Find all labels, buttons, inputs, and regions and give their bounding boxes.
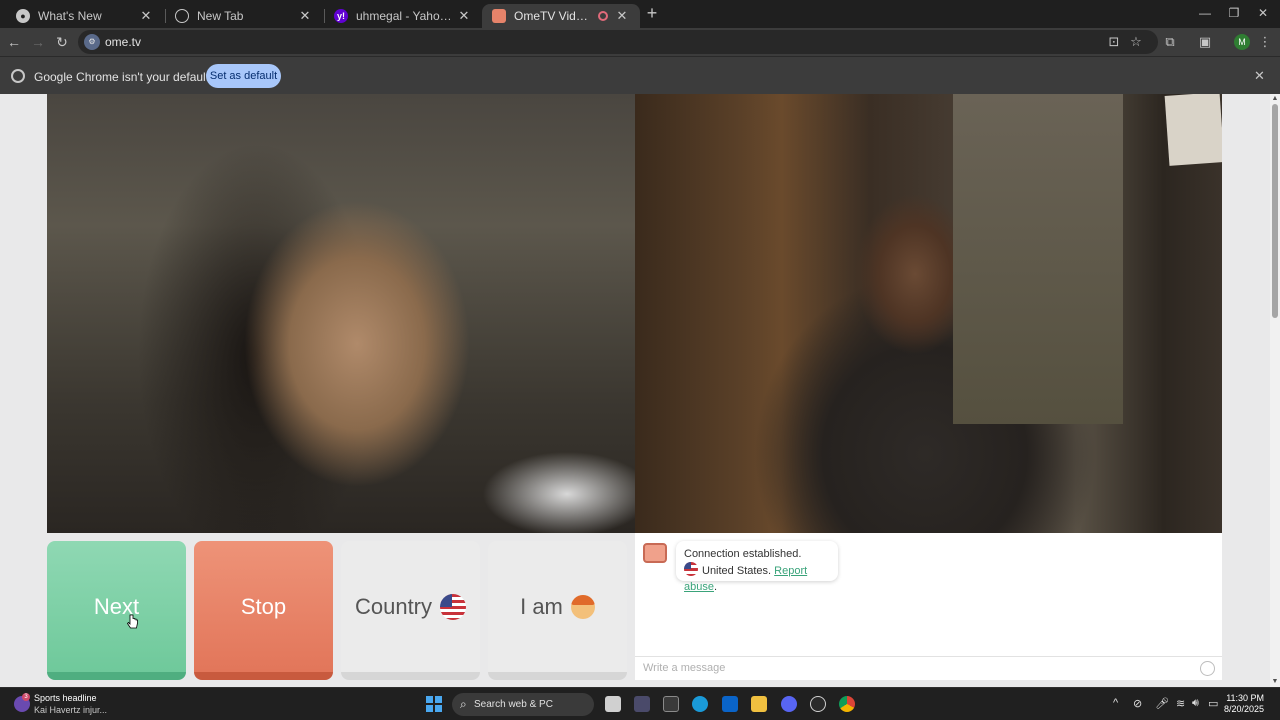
chat-panel: Connection established. United States. R… — [635, 533, 1222, 680]
tab-title: New Tab — [197, 9, 244, 23]
search-placeholder: Search web & PC — [474, 699, 553, 710]
show-hidden-icons-chevron-icon[interactable]: ^ — [1113, 697, 1118, 709]
browser-toolbar: ← → ↻ ⚙ ome.tv ⊡ ☆ ⧉ ▣ ⋮ — [0, 28, 1280, 56]
close-tab-icon[interactable]: ✕ — [614, 8, 630, 24]
windows-start-icon[interactable] — [426, 696, 442, 712]
new-tab-button[interactable]: + — [643, 4, 661, 23]
tab-title: OmeTV Video Chat — Omegle — [514, 9, 592, 23]
self-video — [635, 94, 1222, 533]
i-am-button[interactable]: I am — [488, 541, 627, 680]
recording-indicator-icon — [598, 11, 608, 21]
message-input[interactable]: Write a message — [635, 656, 1222, 680]
scroll-up-arrow-icon[interactable]: ▲ — [1271, 95, 1279, 103]
widget-badge: 3 — [22, 693, 30, 701]
side-panel-icon[interactable]: ▣ — [1196, 33, 1214, 51]
task-view-icon[interactable] — [605, 696, 621, 712]
close-window-icon[interactable]: ✕ — [1255, 6, 1271, 20]
battery-icon[interactable]: ▭ — [1208, 697, 1218, 710]
message-placeholder: Write a message — [643, 662, 726, 674]
tab-whats-new[interactable]: ● What's New ✕ — [6, 4, 164, 28]
country-button[interactable]: Country — [341, 541, 480, 680]
app-icon[interactable] — [663, 696, 679, 712]
back-arrow-icon[interactable]: ← — [5, 33, 23, 51]
connection-status: Connection established. — [684, 548, 802, 560]
stop-button[interactable]: Stop — [194, 541, 333, 680]
us-flag-icon — [684, 562, 698, 576]
clock-time: 11:30 PM — [1226, 693, 1265, 703]
network-off-icon[interactable]: ⊘ — [1133, 697, 1142, 710]
default-browser-infobar: Google Chrome isn't your default browser… — [0, 56, 1280, 94]
tab-strip: ● What's New ✕ New Tab ✕ y! uhmegal - Ya… — [0, 0, 1280, 28]
i-am-label: I am — [520, 593, 563, 619]
ometv-page: Next Stop Country I am Connection establ… — [0, 94, 1270, 687]
emoji-icon[interactable] — [1200, 661, 1215, 676]
tab-title: What's New — [38, 9, 102, 23]
chrome-taskbar-icon[interactable] — [839, 696, 855, 712]
globe-icon — [175, 9, 189, 23]
site-info-icon[interactable]: ⚙ — [84, 34, 100, 50]
country-line: United States. Report abuse. — [684, 562, 830, 595]
tab-ometv[interactable]: OmeTV Video Chat — Omegle ✕ — [482, 4, 640, 28]
outlook-icon[interactable] — [722, 696, 738, 712]
discord-icon[interactable] — [781, 696, 797, 712]
boy-avatar-icon — [570, 594, 595, 619]
partner-country: United States. — [702, 565, 772, 577]
microphone-icon[interactable]: 🎤︎ — [1155, 697, 1169, 710]
install-app-icon[interactable]: ⊡ — [1105, 33, 1123, 51]
bookmark-star-icon[interactable]: ☆ — [1127, 33, 1145, 51]
widget-subtitle[interactable]: Kai Havertz injur... — [34, 705, 107, 715]
extensions-puzzle-icon[interactable]: ⧉ — [1161, 33, 1179, 51]
forward-arrow-icon[interactable]: → — [29, 33, 47, 51]
store-icon[interactable] — [634, 696, 650, 712]
ometv-favicon-icon — [492, 9, 506, 23]
taskbar-search[interactable]: ⌕ Search web & PC — [452, 693, 594, 716]
widget-headline[interactable]: Sports headline — [34, 693, 97, 703]
report-suffix: . — [713, 581, 718, 593]
us-flag-icon — [440, 593, 467, 620]
chrome-icon — [11, 69, 25, 83]
url-text[interactable]: ome.tv — [105, 35, 141, 49]
chrome-icon: ● — [16, 9, 30, 23]
taskbar-clock[interactable]: 11:30 PM 8/20/2025 — [1224, 693, 1264, 715]
stop-label: Stop — [240, 593, 287, 619]
windows-taskbar: 3 Sports headline Kai Havertz injur... ⌕… — [0, 687, 1280, 720]
edge-icon[interactable] — [692, 696, 708, 712]
set-as-default-button[interactable]: Set as default — [206, 64, 281, 88]
scroll-down-arrow-icon[interactable]: ▼ — [1271, 678, 1279, 686]
restore-icon[interactable]: ❐ — [1226, 6, 1242, 20]
background-door — [953, 94, 1123, 424]
wifi-icon[interactable]: ≋ — [1176, 697, 1185, 710]
address-bar[interactable]: ⚙ ome.tv — [78, 30, 1158, 54]
close-tab-icon[interactable]: ✕ — [297, 8, 313, 24]
next-button[interactable]: Next — [47, 541, 186, 680]
minimize-icon[interactable]: — — [1197, 6, 1213, 20]
hand-cursor-icon — [127, 614, 138, 629]
volume-icon[interactable]: 🔊︎ — [1192, 697, 1199, 710]
clock-date: 8/20/2025 — [1224, 704, 1265, 714]
yahoo-icon: y! — [334, 9, 348, 23]
search-icon: ⌕ — [460, 697, 467, 711]
close-tab-icon[interactable]: ✕ — [456, 8, 472, 24]
background-poster — [1164, 94, 1222, 166]
steam-icon[interactable] — [810, 696, 826, 712]
profile-avatar[interactable]: M — [1234, 34, 1250, 50]
stranger-video — [47, 94, 635, 533]
file-explorer-icon[interactable] — [751, 696, 767, 712]
country-label: Country — [354, 593, 433, 619]
tab-yahoo-search[interactable]: y! uhmegal - Yahoo Search Results ✕ — [324, 4, 482, 28]
tab-title: uhmegal - Yahoo Search Results — [356, 9, 456, 23]
close-infobar-icon[interactable]: ✕ — [1254, 68, 1265, 84]
page-scrollbar[interactable]: ▲ ▼ — [1270, 94, 1280, 687]
system-message: Connection established. United States. R… — [676, 541, 838, 593]
reload-icon[interactable]: ↻ — [53, 33, 71, 51]
ometv-logo-icon — [643, 543, 667, 563]
menu-kebab-icon[interactable]: ⋮ — [1256, 33, 1274, 51]
close-tab-icon[interactable]: ✕ — [138, 8, 154, 24]
tab-new-tab[interactable]: New Tab ✕ — [165, 4, 323, 28]
scrollbar-thumb[interactable] — [1272, 104, 1278, 318]
